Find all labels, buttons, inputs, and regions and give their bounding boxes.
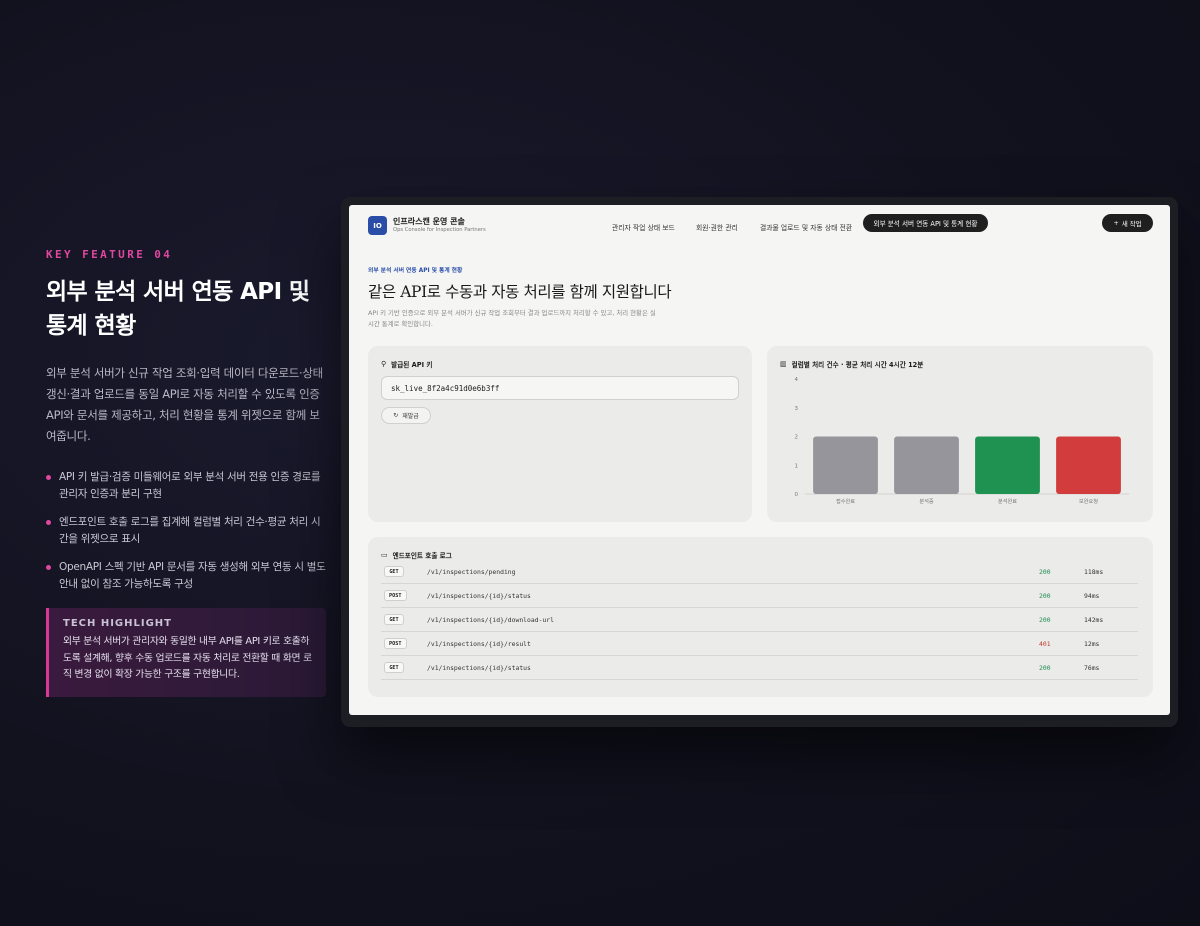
x-tick-label: 분석완료 [998,497,1017,505]
feature-title: 외부 분석 서버 연동 API 및 통계 현황 [46,275,326,343]
key-icon: ⚲ [381,360,387,368]
response-time: 118ms [1084,568,1104,576]
status-code: 200 [1039,568,1051,576]
api-key-card-title: ⚲ 발급된 API 키 [381,359,432,369]
method-badge: GET [384,662,404,673]
device-frame: IO 인프라스캔 운영 콘솔 Ops Console for Inspectio… [341,197,1178,727]
endpoint-path: /v1/inspections/{id}/status [427,664,531,672]
page-title: 같은 API로 수동과 자동 처리를 함께 지원합니다 [368,283,672,301]
tech-highlight-desc: 외부 분석 서버가 관리자와 동일한 내부 API를 API 키로 호출하도록 … [63,636,312,680]
y-tick-label: 4 [795,377,799,383]
api-key-title: 발급된 API 키 [391,361,433,369]
tab-status-board[interactable]: 관리자 작업 상태 보드 [612,222,675,232]
api-key-field[interactable]: sk_live_8f2a4c91d0e6b3ff [381,376,739,400]
bullet-item: 엔드포인트 호출 로그를 집계해 컬럼별 처리 건수·평균 처리 시간을 위젯으… [46,514,326,547]
status-code: 401 [1039,640,1051,648]
app-screen: IO 인프라스캔 운영 콘솔 Ops Console for Inspectio… [349,205,1170,715]
method-badge: POST [384,638,407,649]
regenerate-label: 재발급 [402,413,419,420]
x-tick-label: 분석중 [919,497,934,505]
log-row[interactable]: POST/v1/inspections/{id}/status 200 94ms [381,584,1138,608]
plus-icon: + [1113,219,1119,227]
endpoint-path: /v1/inspections/{id}/status [427,592,531,600]
endpoint-path: /v1/inspections/pending [427,568,516,576]
bar-4[interactable] [1056,436,1121,495]
y-tick-label: 0 [795,492,799,498]
feature-eyebrow: KEY FEATURE 04 [46,248,173,261]
page-subtitle-line1: API 키 기반 인증으로 외부 분석 서버가 신규 작업 조회부터 결과 업로… [368,309,656,317]
log-card-title: ▭ 엔드포인트 호출 로그 [381,550,452,560]
brand-title: 인프라스캔 운영 콘솔 [393,217,465,226]
method-badge: POST [384,590,407,601]
brand-subtitle: Ops Console for Inspection Partners [393,227,486,233]
endpoint-log-card: ▭ 엔드포인트 호출 로그 GET/v1/inspections/pending… [368,537,1153,697]
api-key-card: ⚲ 발급된 API 키 sk_live_8f2a4c91d0e6b3ff ↻ 재… [368,346,752,522]
bar-1[interactable] [813,436,878,495]
page-eyebrow: 외부 분석 서버 연동 API 및 통계 현황 [368,268,463,274]
stats-chart-card: ▥ 컬럼별 처리 건수 · 평균 처리 시간 4시간 12분 0 1 2 3 4 접수완료… [767,346,1153,522]
x-tick-label: 접수완료 [836,497,855,505]
tech-highlight: TECH HIGHLIGHT 외부 분석 서버가 관리자와 동일한 내부 API… [46,608,326,697]
y-tick-label: 2 [795,435,799,441]
feature-bullets: API 키 발급·검증 미들웨어로 외부 분석 서버 전용 인증 경로를 관리자… [46,469,326,592]
feature-title-line1: 외부 분석 서버 연동 API 및 [46,279,310,305]
log-row[interactable]: POST/v1/inspections/{id}/result 401 12ms [381,632,1138,656]
tech-highlight-title: TECH HIGHLIGHT [63,618,172,629]
y-tick-label: 1 [795,463,799,469]
endpoint-path: /v1/inspections/{id}/download-url [427,616,554,624]
terminal-icon: ▭ [381,551,388,559]
feature-title-line2: 통계 현황 [46,313,136,339]
top-nav: IO 인프라스캔 운영 콘솔 Ops Console for Inspectio… [349,205,1170,241]
method-badge: GET [384,614,404,625]
log-row[interactable]: GET/v1/inspections/{id}/status 200 76ms [381,656,1138,680]
feature-panel: KEY FEATURE 04 외부 분석 서버 연동 API 및 통계 현황 외… [46,248,326,697]
response-time: 142ms [1084,616,1104,624]
bar-3[interactable] [975,436,1040,495]
bar-chart: 0 1 2 3 4 접수완료 분석중 분석완료 보완요청 [795,377,1129,505]
feature-description: 외부 분석 서버가 신규 작업 조회·입력 데이터 다운로드·상태 갱신·결과 … [46,366,323,443]
method-badge: GET [384,566,404,577]
response-time: 76ms [1084,664,1100,672]
bar-2[interactable] [894,436,959,495]
log-row[interactable]: GET/v1/inspections/pending 200 118ms [381,560,1138,584]
app-logo[interactable]: IO [368,216,387,235]
new-task-button[interactable]: + 새 작업 [1102,214,1153,232]
status-code: 200 [1039,616,1051,624]
endpoint-path: /v1/inspections/{id}/result [427,640,531,648]
page-subtitle-line2: 시간 통계로 확인합니다. [368,320,433,328]
tab-external-api[interactable]: 외부 분석 서버 연동 API 및 통계 현황 [863,214,988,232]
log-title: 엔드포인트 호출 로그 [392,552,452,560]
bullet-item: OpenAPI 스펙 기반 API 문서를 자동 생성해 외부 연동 시 별도 … [46,559,326,592]
page-subtitle: API 키 기반 인증으로 외부 분석 서버가 신규 작업 조회부터 결과 업로… [368,308,693,330]
status-code: 200 [1039,664,1051,672]
new-task-label: 새 작업 [1121,219,1142,228]
tab-members[interactable]: 회원·권한 관리 [696,222,738,232]
status-code: 200 [1039,592,1051,600]
bullet-item: API 키 발급·검증 미들웨어로 외부 분석 서버 전용 인증 경로를 관리자… [46,469,326,502]
response-time: 94ms [1084,592,1100,600]
regenerate-button[interactable]: ↻ 재발급 [381,407,431,424]
y-tick-label: 3 [795,406,799,412]
refresh-icon: ↻ [393,412,399,419]
x-tick-label: 보완요청 [1079,497,1098,505]
log-row[interactable]: GET/v1/inspections/{id}/download-url 200 1… [381,608,1138,632]
response-time: 12ms [1084,640,1100,648]
tab-upload[interactable]: 결과물 업로드 및 자동 상태 전환 [760,222,852,232]
